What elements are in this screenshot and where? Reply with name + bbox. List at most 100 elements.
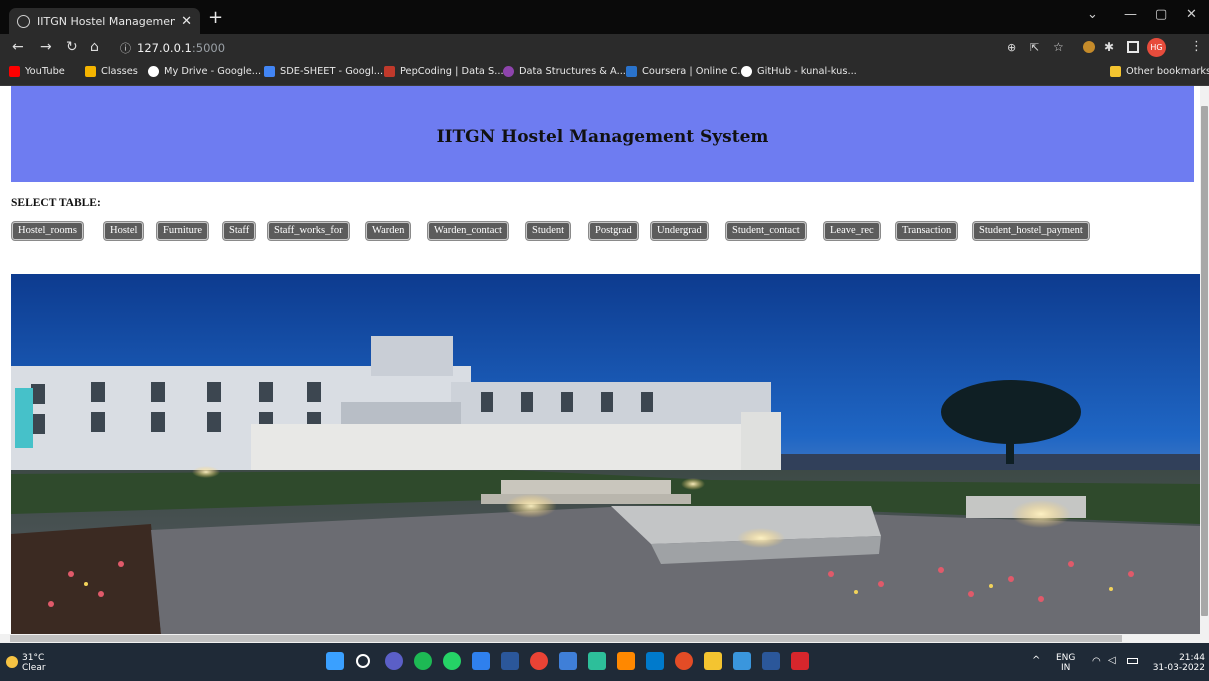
campus-photo-illustration — [11, 274, 1200, 634]
windows-taskbar: 31°C Clear ^ ENG IN ◠ ◁ 21:44 31-03-2022 — [0, 643, 1209, 681]
address-bar[interactable]: ⓘ 127.0.0.1:5000 — [112, 37, 995, 59]
table-button-warden[interactable]: Warden — [366, 222, 411, 240]
tab-title: IITGN Hostel Management Syste — [37, 14, 176, 28]
folder-icon — [1110, 66, 1121, 77]
teams-chat-icon[interactable] — [385, 652, 403, 670]
side-panel-icon[interactable] — [1127, 41, 1139, 53]
whatsapp-icon[interactable] — [443, 652, 461, 670]
bookmark-label: YouTube — [25, 66, 65, 77]
extension-icon[interactable] — [1083, 41, 1095, 53]
windows-start-icon[interactable] — [326, 652, 344, 670]
table-button-hostel[interactable]: Hostel — [104, 222, 144, 240]
classroom-icon — [85, 66, 96, 77]
table-button-transaction[interactable]: Transaction — [896, 222, 958, 240]
other-bookmarks[interactable]: Other bookmarks — [1110, 66, 1209, 77]
acrobat-icon[interactable] — [791, 652, 809, 670]
browser-tab-strip: IITGN Hostel Management Syste ✕ + ⌄ — ▢ … — [0, 0, 1209, 34]
table-button-postgrad[interactable]: Postgrad — [589, 222, 638, 240]
store-icon[interactable] — [472, 652, 490, 670]
profile-avatar[interactable]: HG — [1147, 38, 1166, 57]
table-button-leave-rec[interactable]: Leave_rec — [824, 222, 880, 240]
tab-search-icon[interactable]: ⌄ — [1087, 7, 1098, 22]
browser-toolbar: ← → ↻ ⌂ ⓘ 127.0.0.1:5000 ⊕ ⇱ ☆ ✱ HG ⋮ — [0, 34, 1209, 62]
bookmark-data-structures[interactable]: Data Structures & A... — [503, 66, 626, 77]
back-icon[interactable]: ← — [12, 39, 24, 55]
bookmark-github[interactable]: GitHub - kunal-kus... — [741, 66, 857, 77]
spotify-icon[interactable] — [414, 652, 432, 670]
url-port: :5000 — [191, 41, 226, 55]
minimize-button[interactable]: — — [1124, 7, 1137, 22]
bookmarks-bar: YouTube Classes My Drive - Google... SDE… — [0, 62, 1209, 86]
bookmark-label: PepCoding | Data S... — [400, 66, 504, 77]
word-doc-icon[interactable] — [762, 652, 780, 670]
volume-icon[interactable]: ◁ — [1108, 655, 1116, 666]
pepcoding-icon — [384, 66, 395, 77]
clock-time: 21:44 — [1179, 653, 1205, 663]
close-tab-button[interactable]: ✕ — [181, 14, 192, 29]
forward-icon[interactable]: → — [40, 39, 52, 55]
bookmark-coursera[interactable]: Coursera | Online C... — [626, 66, 747, 77]
youtube-icon — [9, 66, 20, 77]
vertical-scrollbar[interactable] — [1200, 86, 1209, 634]
other-bookmarks-label: Other bookmarks — [1126, 66, 1209, 77]
tray-chevron-icon[interactable]: ^ — [1032, 655, 1040, 666]
vertical-scroll-thumb[interactable] — [1201, 106, 1208, 616]
table-button-student-hostel-payment[interactable]: Student_hostel_payment — [973, 222, 1089, 240]
docs-icon — [264, 66, 275, 77]
language-indicator[interactable]: ENG IN — [1056, 653, 1075, 673]
extensions-puzzle-icon[interactable]: ✱ — [1104, 40, 1114, 54]
chrome-profile-icon[interactable] — [675, 652, 693, 670]
chrome-icon[interactable] — [530, 652, 548, 670]
web-page: IITGN Hostel Management System SELECT TA… — [0, 86, 1200, 634]
bookmark-drive[interactable]: My Drive - Google... — [148, 66, 261, 77]
language-code: ENG — [1056, 653, 1076, 663]
google-icon — [148, 66, 159, 77]
url-host: 127.0.0.1 — [137, 41, 192, 55]
notepad-icon[interactable] — [733, 652, 751, 670]
file-explorer-icon[interactable] — [704, 652, 722, 670]
bookmark-sde-sheet[interactable]: SDE-SHEET - Googl... — [264, 66, 383, 77]
mail-icon[interactable] — [588, 652, 606, 670]
table-button-undergrad[interactable]: Undergrad — [651, 222, 708, 240]
weather-temperature: 31°C — [22, 653, 45, 663]
bookmark-label: Data Structures & A... — [519, 66, 626, 77]
table-button-hostel-rooms[interactable]: Hostel_rooms — [12, 222, 83, 240]
reload-icon[interactable]: ↻ — [66, 39, 78, 55]
github-icon — [741, 66, 752, 77]
bookmark-classes[interactable]: Classes — [85, 66, 138, 77]
horizontal-scrollbar[interactable] — [0, 634, 1209, 643]
bookmark-label: SDE-SHEET - Googl... — [280, 66, 384, 77]
table-button-furniture[interactable]: Furniture — [157, 222, 209, 240]
site-info-icon[interactable]: ⓘ — [120, 40, 131, 56]
zoom-icon[interactable]: ⊕ — [1007, 41, 1016, 54]
table-button-student[interactable]: Student — [526, 222, 571, 240]
campus-hero-image — [11, 274, 1200, 634]
bookmark-star-icon[interactable]: ☆ — [1053, 40, 1064, 54]
menu-kebab-icon[interactable]: ⋮ — [1190, 39, 1203, 54]
clock[interactable]: 21:44 31-03-2022 — [1150, 653, 1205, 673]
weather-widget[interactable]: 31°C Clear — [22, 653, 46, 673]
bookmark-youtube[interactable]: YouTube — [9, 66, 65, 77]
share-icon[interactable]: ⇱ — [1030, 41, 1039, 54]
new-tab-button[interactable]: + — [208, 7, 223, 28]
wifi-icon[interactable]: ◠ — [1092, 656, 1101, 667]
globe-icon — [17, 14, 30, 28]
vscode-icon[interactable] — [646, 652, 664, 670]
close-window-button[interactable]: ✕ — [1186, 7, 1197, 22]
vlc-icon[interactable] — [617, 652, 635, 670]
bookmark-label: Coursera | Online C... — [642, 66, 747, 77]
browser-tab[interactable]: IITGN Hostel Management Syste ✕ — [9, 8, 200, 34]
horizontal-scroll-thumb[interactable] — [10, 635, 1122, 642]
weather-moon-icon[interactable] — [6, 656, 18, 668]
maximize-button[interactable]: ▢ — [1155, 7, 1167, 22]
battery-icon[interactable] — [1127, 658, 1138, 664]
table-button-warden-contact[interactable]: Warden_contact — [428, 222, 508, 240]
table-button-staff-works-for[interactable]: Staff_works_for — [268, 222, 349, 240]
home-icon[interactable]: ⌂ — [90, 39, 99, 55]
table-button-staff[interactable]: Staff — [223, 222, 256, 240]
search-icon[interactable] — [356, 654, 370, 668]
word-icon[interactable] — [501, 652, 519, 670]
table-button-student-contact[interactable]: Student_contact — [726, 222, 806, 240]
computer-icon[interactable] — [559, 652, 577, 670]
bookmark-pepcoding[interactable]: PepCoding | Data S... — [384, 66, 504, 77]
